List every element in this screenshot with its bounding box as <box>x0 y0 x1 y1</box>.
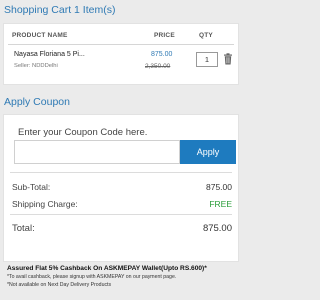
total-divider <box>10 214 232 215</box>
promo-note-delivery: *Not available on Next Day Delivery Prod… <box>7 282 112 288</box>
subtotal-value: 875.00 <box>206 182 232 192</box>
coupon-prompt: Enter your Coupon Code here. <box>18 127 148 138</box>
header-price: PRICE <box>154 32 175 39</box>
shipping-label: Shipping Charge: <box>12 199 78 209</box>
header-qty: QTY <box>199 32 213 39</box>
coupon-panel: Enter your Coupon Code here. Apply Sub-T… <box>3 114 239 262</box>
item-price: 875.00 <box>151 51 173 58</box>
summary-divider <box>10 172 232 173</box>
total-label: Total: <box>12 223 35 234</box>
header-product-name: PRODUCT NAME <box>12 32 68 39</box>
quantity-input[interactable]: 1 <box>196 52 218 67</box>
item-mrp: 2,350.00 <box>145 63 171 70</box>
shipping-value: FREE <box>209 199 232 209</box>
product-name-link[interactable]: Nayasa Floriana 5 Pi... <box>14 51 85 58</box>
cart-panel: PRODUCT NAME PRICE QTY Nayasa Floriana 5… <box>3 23 239 85</box>
header-divider <box>8 44 234 45</box>
seller-label: Seller: NDDDelhi <box>14 63 58 69</box>
coupon-code-input[interactable] <box>14 140 180 164</box>
trash-icon[interactable] <box>223 53 233 65</box>
cart-title: Shopping Cart 1 Item(s) <box>4 4 116 16</box>
apply-coupon-title: Apply Coupon <box>4 96 70 108</box>
total-value: 875.00 <box>202 223 232 234</box>
cashback-promo: Assured Flat 5% Cashback On ASKMEPAY Wal… <box>7 265 277 288</box>
apply-button[interactable]: Apply <box>180 140 236 164</box>
promo-headline: Assured Flat 5% Cashback On ASKMEPAY Wal… <box>7 265 207 272</box>
promo-note-signup: *To avail cashback, please signup with A… <box>7 274 177 280</box>
subtotal-label: Sub-Total: <box>12 182 51 192</box>
